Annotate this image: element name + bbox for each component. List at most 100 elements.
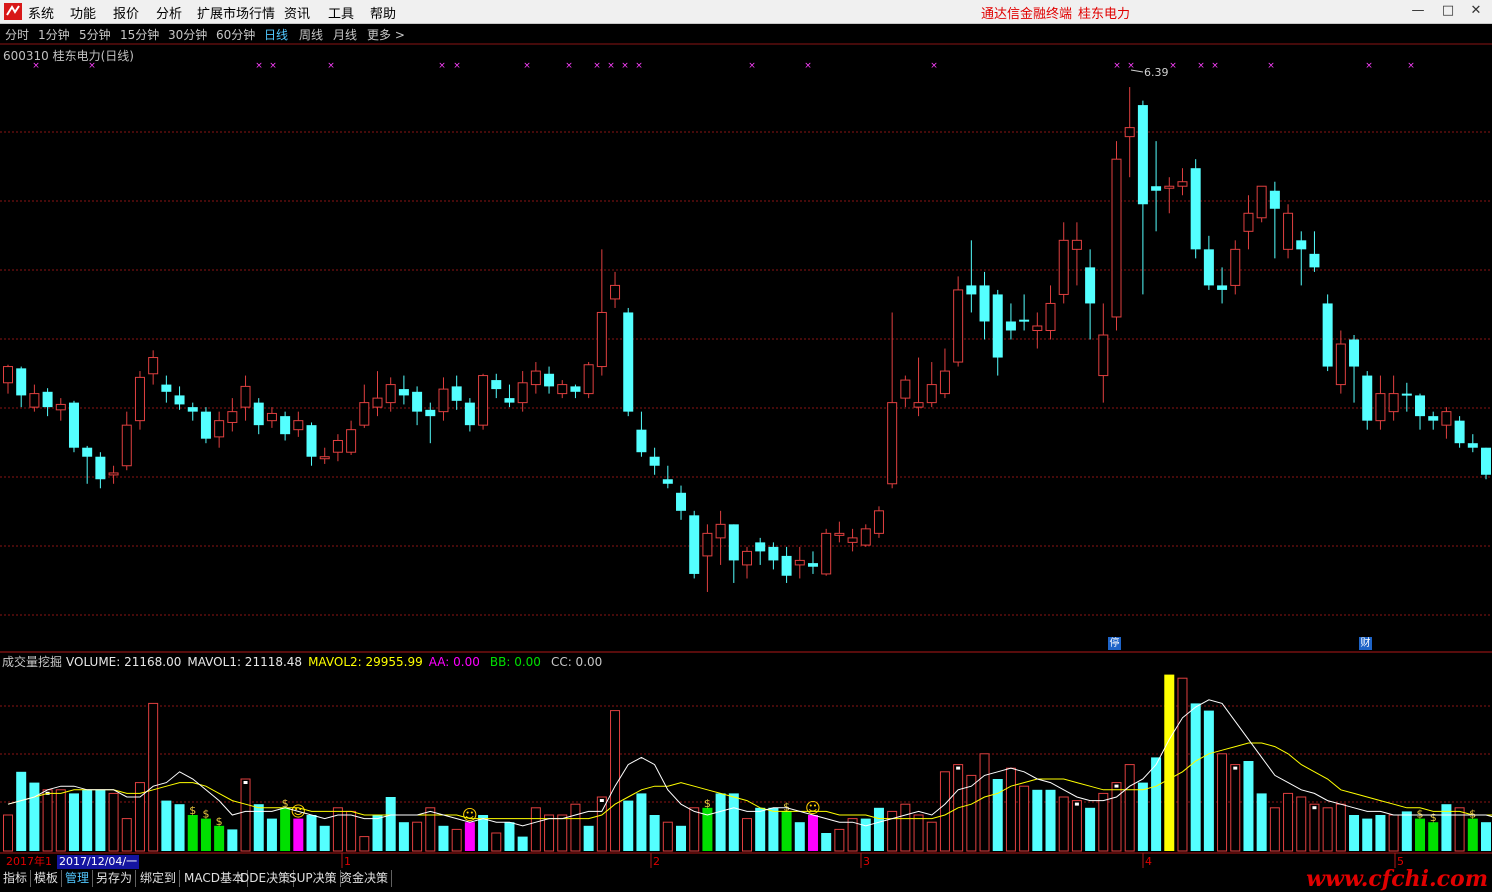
candle-body bbox=[293, 420, 304, 431]
candle-body bbox=[900, 379, 911, 399]
volume-dot bbox=[1114, 784, 1119, 788]
candle-body bbox=[570, 386, 581, 392]
tab-manage[interactable]: 管理 bbox=[62, 870, 94, 887]
candle-body bbox=[715, 523, 726, 539]
candle-body bbox=[530, 370, 541, 386]
volume-bar bbox=[1111, 782, 1122, 852]
volume-bar bbox=[504, 822, 515, 851]
candle-body bbox=[68, 402, 79, 448]
volume-dot bbox=[599, 799, 604, 802]
signal-marker: × bbox=[565, 61, 573, 71]
candle-body bbox=[966, 285, 977, 295]
tab-save-as[interactable]: 另存为 bbox=[93, 870, 137, 887]
tab-template[interactable]: 模板 bbox=[31, 870, 63, 887]
suspension-badge[interactable]: 停 bbox=[1108, 637, 1121, 650]
volume-bar bbox=[1309, 803, 1320, 852]
volume-bar bbox=[438, 825, 449, 851]
volume-bar bbox=[464, 822, 475, 851]
volume-bar bbox=[372, 815, 383, 851]
mavol2-value: MAVOL2: 29955.99 bbox=[308, 655, 423, 669]
candle-body bbox=[1454, 420, 1465, 444]
tab-bind-to[interactable]: 绑定到 bbox=[137, 870, 181, 887]
candle-body bbox=[174, 395, 185, 405]
signal-marker: × bbox=[621, 61, 629, 71]
candle-body bbox=[1243, 212, 1254, 232]
volume-bar bbox=[1085, 807, 1096, 851]
tab-indicator[interactable]: 指标 bbox=[0, 870, 32, 887]
candle-body bbox=[596, 311, 607, 368]
volume-bar bbox=[1349, 815, 1360, 851]
candle-body bbox=[227, 411, 238, 423]
volume-bar bbox=[1190, 703, 1201, 851]
volume-bar bbox=[1058, 796, 1069, 852]
volume-bar bbox=[398, 822, 409, 851]
finance-badge[interactable]: 财 bbox=[1359, 637, 1372, 650]
candle-body bbox=[346, 429, 357, 453]
candle-body bbox=[1441, 411, 1452, 426]
candle-body bbox=[385, 384, 396, 404]
volume-bar bbox=[1177, 677, 1188, 852]
volume-bar bbox=[425, 807, 436, 852]
signal-marker: × bbox=[1127, 61, 1135, 71]
volume-bar bbox=[95, 789, 106, 851]
signal-marker: × bbox=[1113, 61, 1121, 71]
candle-body bbox=[517, 382, 528, 404]
indicator-name[interactable]: 成交量挖掘 bbox=[2, 655, 62, 669]
cc-value: CC: 0.00 bbox=[550, 655, 603, 669]
candle-body bbox=[1309, 253, 1320, 268]
volume-bar bbox=[491, 832, 502, 852]
candle-body bbox=[623, 312, 634, 412]
high-price-pointer bbox=[1130, 69, 1144, 73]
candle-body bbox=[676, 492, 687, 511]
volume-dot bbox=[1233, 766, 1238, 770]
candle-body bbox=[755, 542, 766, 552]
candle-body bbox=[412, 391, 423, 412]
candle-body bbox=[768, 546, 779, 561]
volume-bar bbox=[649, 815, 660, 851]
money-bag-icon: $ bbox=[189, 804, 196, 817]
volume-bar bbox=[1243, 761, 1254, 851]
money-bag-icon: $ bbox=[704, 797, 711, 810]
candle-body bbox=[1151, 186, 1162, 191]
candle-body bbox=[42, 391, 53, 408]
candle-body bbox=[161, 384, 172, 392]
tab-fund-decision[interactable]: 资金决策 bbox=[337, 870, 393, 887]
volume-bar bbox=[1019, 785, 1030, 852]
candle-body bbox=[1045, 302, 1056, 331]
volume-bar bbox=[1401, 811, 1412, 851]
volume-bar bbox=[3, 814, 13, 852]
candle-body bbox=[860, 528, 871, 546]
signal-marker: × bbox=[327, 61, 335, 71]
volume-bar bbox=[860, 818, 871, 851]
xaxis-tick-3: 3 bbox=[863, 855, 870, 868]
candle-body bbox=[134, 376, 145, 422]
kline-chart[interactable]: × × × × × × × × × × × × × × × × × × × × × × × ×6.39$ $$$ ☺ ☺$ $ ☺ $ $ $… bbox=[0, 0, 1492, 887]
candle-body bbox=[1415, 395, 1426, 417]
volume-bar bbox=[1428, 822, 1439, 851]
volume-bar bbox=[1032, 789, 1043, 851]
candle-body bbox=[728, 524, 739, 561]
volume-bar bbox=[161, 800, 172, 851]
smiley-icon: ☺ bbox=[805, 799, 821, 817]
indicator-header: 成交量挖掘 VOLUME: 21168.00 MAVOL1: 21118.48 MAV… bbox=[2, 653, 608, 670]
volume-bar bbox=[55, 789, 66, 852]
candle-body bbox=[200, 411, 211, 439]
volume-bar bbox=[359, 836, 370, 852]
candle-body bbox=[1375, 393, 1386, 422]
signal-marker: × bbox=[438, 61, 446, 71]
candle-body bbox=[636, 429, 647, 453]
volume-bar bbox=[676, 825, 687, 851]
tab-sup-decision[interactable]: SUP决策 bbox=[286, 870, 341, 887]
bottom-tab-bar: 指标 模板 管理 另存为 绑定到 MACD基本 DDE决策 SUP决策 资金决策 bbox=[0, 870, 1492, 887]
signal-marker: × bbox=[930, 61, 938, 71]
candle-body bbox=[253, 402, 264, 426]
candle-body bbox=[1217, 285, 1228, 290]
volume-bar bbox=[451, 828, 462, 852]
signal-marker: × bbox=[607, 61, 615, 71]
volume-bar bbox=[385, 797, 396, 851]
candle-body bbox=[1085, 267, 1096, 304]
signal-marker: × bbox=[453, 61, 461, 71]
candle-body bbox=[16, 368, 27, 396]
signal-marker: × bbox=[1211, 61, 1219, 71]
volume-bar bbox=[280, 807, 291, 851]
